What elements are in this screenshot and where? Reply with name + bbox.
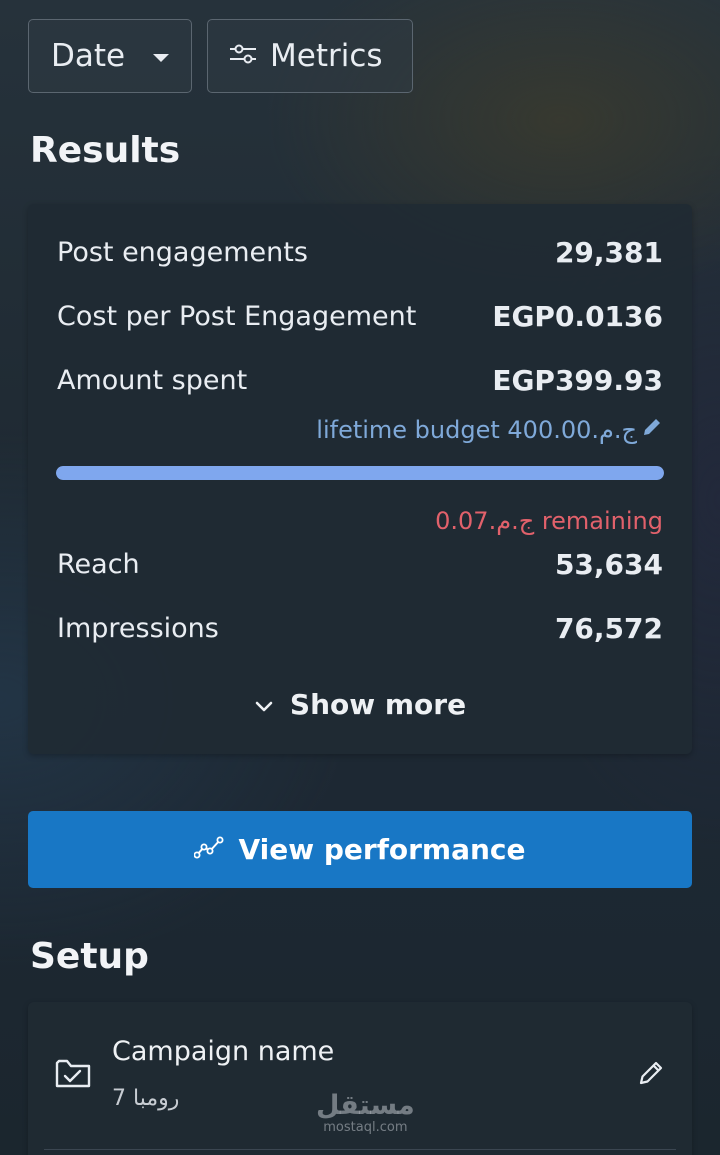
metric-value: 53,634 [554, 548, 663, 581]
date-filter-button[interactable]: Date [28, 19, 192, 93]
view-performance-label: View performance [238, 833, 526, 866]
metric-row-impressions: Impressions 76,572 [57, 612, 663, 645]
metric-row-amount-spent: Amount spent EGP399.93 [57, 364, 663, 397]
budget-text: lifetime budget 400.00.ج.م [316, 416, 637, 444]
folder-check-icon [54, 1056, 92, 1094]
budget-progress-bar [56, 466, 664, 480]
metric-value: 29,381 [554, 236, 663, 269]
metric-row-cost-per-engagement: Cost per Post Engagement EGP0.0136 [57, 300, 663, 333]
chevron-down-icon [254, 688, 274, 721]
show-more-button[interactable]: Show more [28, 688, 692, 721]
mostaql-watermark: مستقل mostaql.com [316, 1092, 415, 1134]
results-card: Post engagements 29,381 Cost per Post En… [28, 204, 692, 754]
campaign-name-label: Campaign name [112, 1036, 335, 1067]
remaining-budget-text: 0.07.ج.م remaining [435, 507, 663, 535]
watermark-arabic: مستقل [316, 1090, 415, 1121]
setup-heading: Setup [30, 936, 149, 977]
campaign-name-value: رومبا 7 [112, 1086, 180, 1111]
watermark-latin: mostaql.com [323, 1120, 408, 1135]
divider [44, 1149, 676, 1150]
metric-row-post-engagements: Post engagements 29,381 [57, 236, 663, 269]
metric-label: Cost per Post Engagement [57, 301, 417, 332]
date-label: Date [51, 38, 126, 74]
budget-progress-fill [56, 466, 664, 480]
metric-value: EGP0.0136 [492, 300, 663, 333]
sliders-icon [228, 38, 258, 74]
metric-row-reach: Reach 53,634 [57, 548, 663, 581]
metric-label: Reach [57, 549, 140, 580]
metric-label: Amount spent [57, 365, 248, 396]
results-heading: Results [30, 130, 181, 171]
metric-value: 76,572 [554, 612, 663, 645]
view-performance-button[interactable]: View performance [28, 811, 692, 888]
metric-label: Post engagements [57, 237, 308, 268]
metrics-label: Metrics [270, 38, 383, 74]
toolbar: Date Metrics [28, 19, 413, 93]
caret-down-icon [153, 53, 169, 62]
trend-chart-icon [193, 833, 224, 866]
lifetime-budget-link[interactable]: lifetime budget 400.00.ج.م [316, 416, 663, 444]
edit-campaign-name-icon[interactable] [636, 1058, 666, 1092]
metric-value: EGP399.93 [492, 364, 663, 397]
show-more-label: Show more [289, 688, 467, 721]
metric-label: Impressions [57, 613, 219, 644]
metrics-button[interactable]: Metrics [207, 19, 413, 93]
pencil-icon [641, 416, 663, 444]
